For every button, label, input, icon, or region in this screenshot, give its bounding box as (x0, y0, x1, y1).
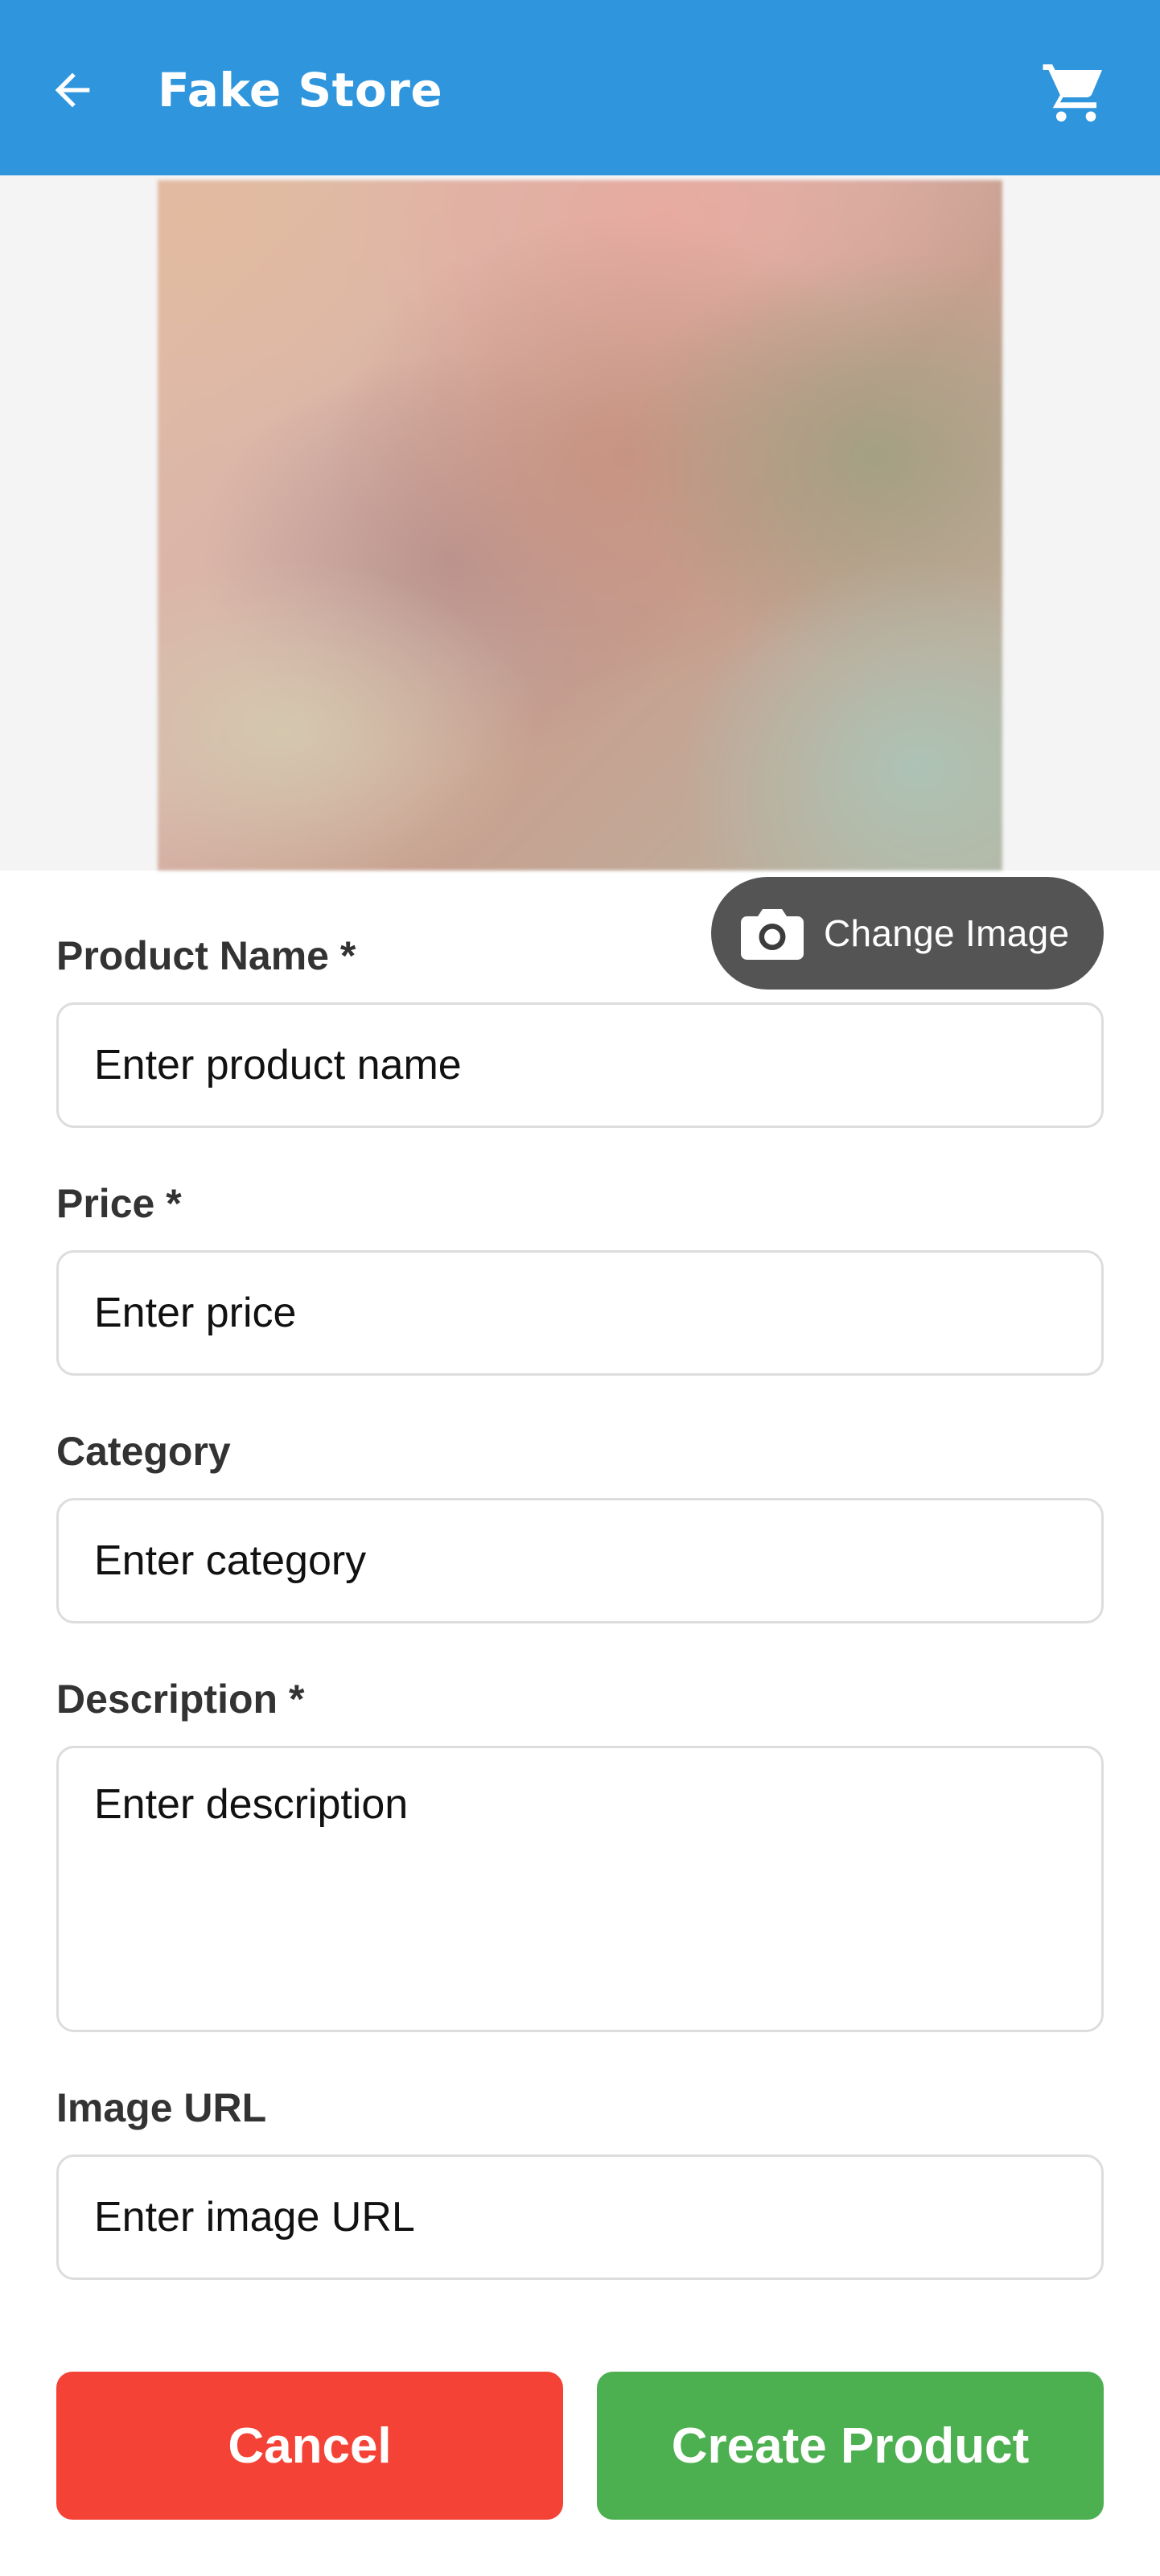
image-preview-section: Change Image (0, 175, 1160, 990)
price-placeholder: Enter price (94, 1290, 297, 1336)
cart-button[interactable] (1038, 56, 1110, 129)
category-placeholder: Enter category (94, 1537, 367, 1584)
cancel-button[interactable]: Cancel (56, 2372, 563, 2520)
product-name-label: Product Name * (56, 933, 356, 978)
image-url-placeholder: Enter image URL (94, 2194, 415, 2241)
change-image-button[interactable]: Change Image (711, 877, 1104, 990)
image-url-input[interactable]: Enter image URL (56, 2154, 1104, 2280)
back-button[interactable] (40, 58, 105, 122)
app-title: Fake Store (158, 63, 443, 117)
price-label: Price * (56, 1181, 182, 1226)
category-input[interactable]: Enter category (56, 1498, 1104, 1623)
shopping-cart-icon (1043, 64, 1102, 122)
image-url-label: Image URL (56, 2085, 267, 2130)
description-label: Description * (56, 1677, 305, 1722)
product-name-placeholder: Enter product name (94, 1042, 462, 1088)
price-input[interactable]: Enter price (56, 1250, 1104, 1376)
product-name-input[interactable]: Enter product name (56, 1002, 1104, 1128)
app-bar: Fake Store (0, 0, 1160, 175)
camera-icon (740, 901, 804, 965)
change-image-label: Change Image (824, 912, 1070, 954)
category-label: Category (56, 1429, 231, 1474)
product-image (158, 180, 1002, 870)
arrow-left-icon (55, 72, 90, 108)
description-textarea[interactable]: Enter description (56, 1746, 1104, 2032)
create-product-button[interactable]: Create Product (597, 2372, 1104, 2520)
description-placeholder: Enter description (94, 1781, 409, 1828)
